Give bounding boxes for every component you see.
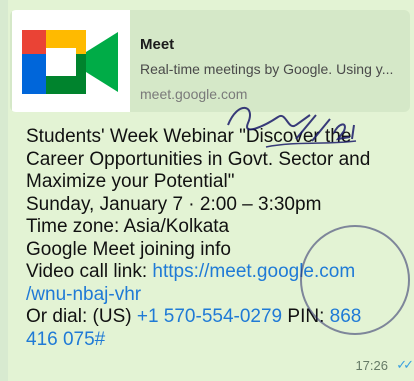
dial-phone-link[interactable]: +1 570-554-0279	[137, 306, 282, 327]
video-call-label: Video call link:	[26, 261, 153, 282]
preview-description: Real-time meetings by Google. Using y...	[140, 61, 394, 77]
pin-link-cont[interactable]: 416 075#	[26, 329, 105, 350]
preview-title: Meet	[140, 36, 175, 53]
message-line: Maximize your Potential"	[26, 171, 235, 192]
message-timestamp: 17:26	[355, 358, 388, 373]
google-meet-logo-icon	[22, 30, 118, 94]
dial-label: Or dial: (US)	[26, 306, 137, 327]
video-call-link-cont[interactable]: /wnu-nbaj-vhr	[26, 284, 141, 305]
bubble-edge	[0, 0, 8, 381]
handwritten-signature	[227, 106, 357, 148]
college-seal-stamp	[300, 225, 410, 335]
link-preview-thumbnail	[12, 10, 130, 112]
message-bubble[interactable]: Meet Real-time meetings by Google. Using…	[0, 0, 414, 381]
read-receipt-icon: ✓✓	[396, 357, 414, 372]
message-line: Sunday, January 7 · 2:00 – 3:30pm	[26, 193, 322, 215]
